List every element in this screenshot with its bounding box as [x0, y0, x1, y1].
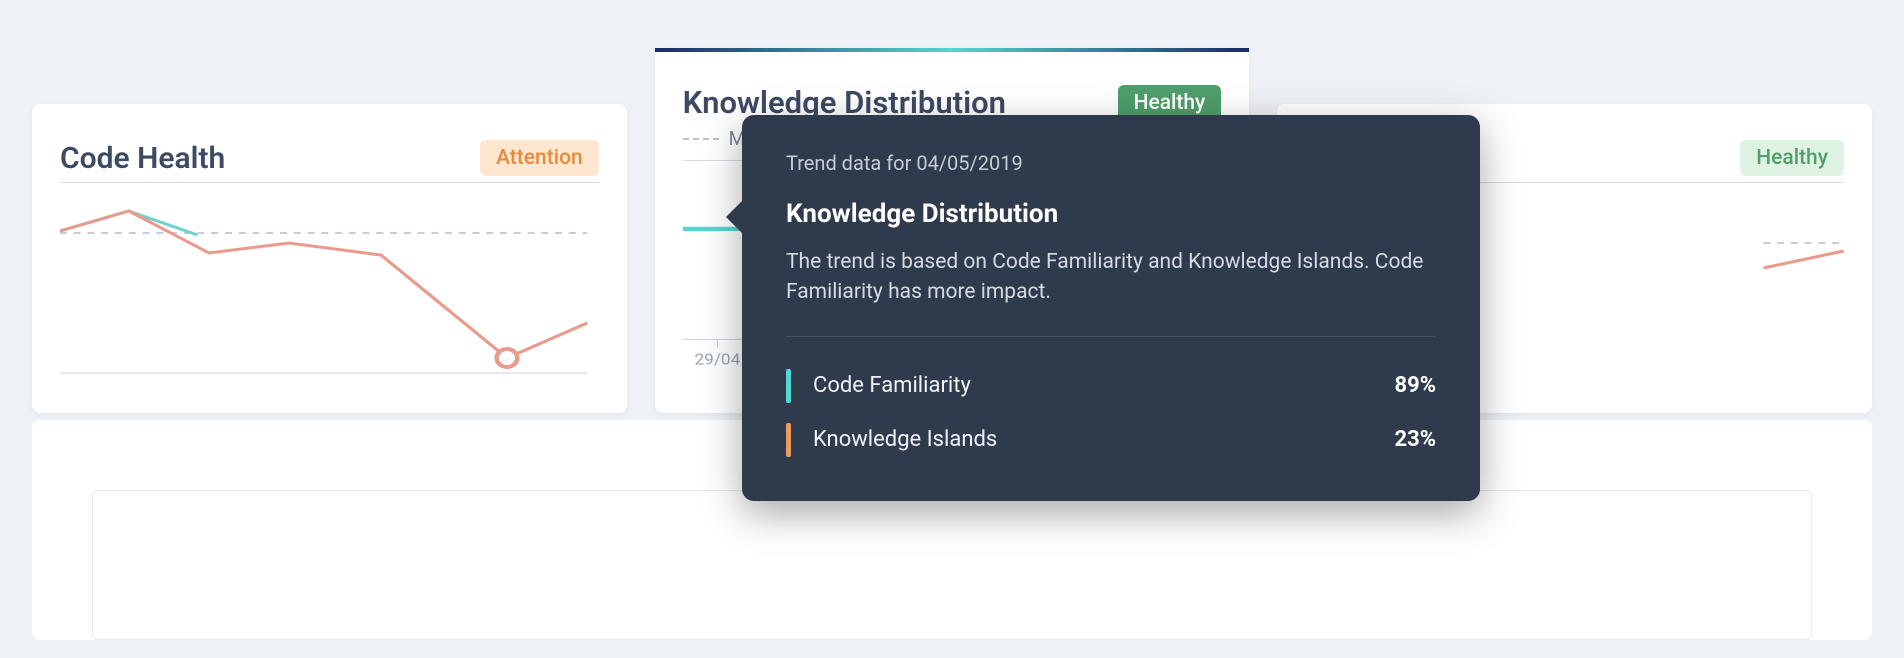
tooltip-divider [786, 336, 1436, 337]
tooltip-title: Knowledge Distribution [786, 199, 1436, 229]
tooltip-knowledge-distribution: Trend data for 04/05/2019 Knowledge Dist… [742, 115, 1480, 501]
tooltip-date: Trend data for 04/05/2019 [786, 151, 1436, 175]
card-title: Code Health [60, 141, 225, 176]
bottom-panel-inner [92, 490, 1812, 640]
x-tick-label: 29/04 [694, 351, 740, 369]
metric-row-knowledge-islands: Knowledge Islands 23% [786, 413, 1436, 467]
metric-color-bar [786, 423, 791, 457]
metric-row-code-familiarity: Code Familiarity 89% [786, 359, 1436, 413]
tooltip-description: The trend is based on Code Familiarity a… [786, 247, 1436, 308]
status-badge-attention: Attention [480, 140, 599, 176]
dash-sample-icon [683, 138, 719, 140]
chart-code-health [60, 193, 599, 393]
status-badge-healthy: Healthy [1740, 140, 1844, 176]
metric-value: 23% [1394, 427, 1436, 452]
metric-color-bar [786, 369, 791, 403]
divider [60, 182, 599, 183]
metric-name: Knowledge Islands [813, 427, 997, 452]
card-header: Code Health Attention [60, 140, 599, 176]
metric-value: 89% [1394, 373, 1436, 398]
metric-name: Code Familiarity [813, 373, 971, 398]
card-code-health[interactable]: Code Health Attention [32, 104, 627, 413]
